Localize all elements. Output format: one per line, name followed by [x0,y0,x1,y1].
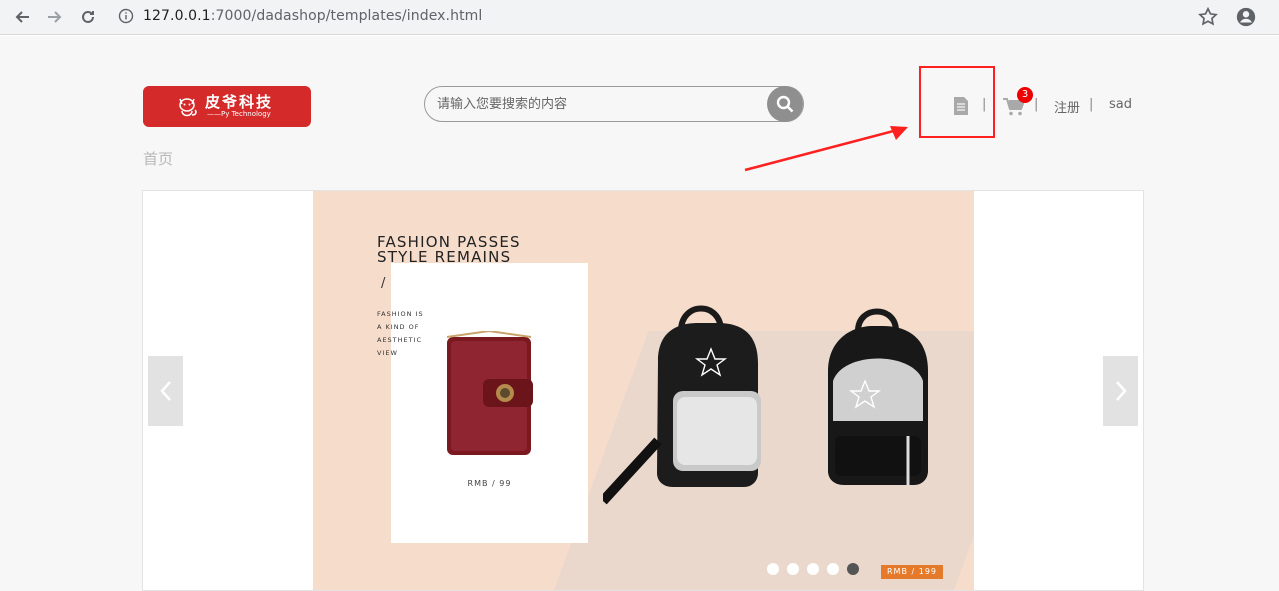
forward-button[interactable] [43,5,67,29]
site-logo[interactable]: 皮爷科技 ——Py Technology [143,86,311,127]
carousel-dot-active[interactable] [847,563,859,575]
carousel-prev-button[interactable] [148,356,183,426]
page-content: 皮爷科技 ——Py Technology | 3 | 注册 | sad 首页 [0,36,1279,591]
search-box [424,86,804,122]
separator: | [1089,97,1094,112]
wallet-price: RMB / 99 [467,479,512,488]
reload-button[interactable] [76,5,100,29]
back-button[interactable] [10,5,34,29]
account-icon[interactable] [1235,6,1257,28]
backpacks-image [603,305,928,505]
bookmark-star-icon[interactable] [1197,6,1219,28]
product-card: RMB / 99 [391,263,588,543]
url-text: 127.0.0.1:7000/dadashop/templates/index.… [143,8,483,24]
address-bar[interactable]: 127.0.0.1:7000/dadashop/templates/index.… [110,1,1228,31]
banner-headline: FASHION PASSES STYLE REMAINS [377,233,521,266]
carousel-dot[interactable] [787,563,799,575]
username-link[interactable]: sad [1109,97,1132,112]
reload-icon [82,10,94,23]
banner-slide[interactable]: RMB / 99 FASHION PASSES STYLE REMAINS / … [313,191,974,590]
info-icon[interactable] [118,8,134,24]
separator: | [1034,97,1039,112]
carousel-indicators [767,563,859,575]
carousel-next-button[interactable] [1103,356,1138,426]
logo-chinese-text: 皮爷科技 [205,93,274,111]
chevron-right-icon [1115,381,1127,401]
backpack-price-tag: RMB / 199 [881,565,943,579]
wallet-image [446,331,533,455]
carousel-dot[interactable] [807,563,819,575]
annotation-arrow-icon [744,126,908,172]
carousel-dot[interactable] [827,563,839,575]
breadcrumb[interactable]: 首页 [143,148,173,169]
banner-carousel: RMB / 99 FASHION PASSES STYLE REMAINS / … [142,190,1144,591]
browser-toolbar: 127.0.0.1:7000/dadashop/templates/index.… [0,0,1279,35]
search-button[interactable] [767,86,803,122]
annotation-highlight-box [919,66,995,138]
cat-logo-icon [179,97,197,116]
search-input[interactable] [437,87,767,121]
banner-tagline: FASHION IS A KIND OF AESTHETIC VIEW [377,310,424,357]
chevron-left-icon [159,381,171,401]
forward-arrow-icon [48,11,62,23]
logo-english-text: ——Py Technology [207,110,271,118]
search-icon [776,95,794,113]
carousel-dot[interactable] [767,563,779,575]
back-arrow-icon [15,11,29,23]
banner-slash: / [381,276,386,291]
cart-count-badge: 3 [1017,87,1033,103]
register-link[interactable]: 注册 [1054,97,1080,116]
